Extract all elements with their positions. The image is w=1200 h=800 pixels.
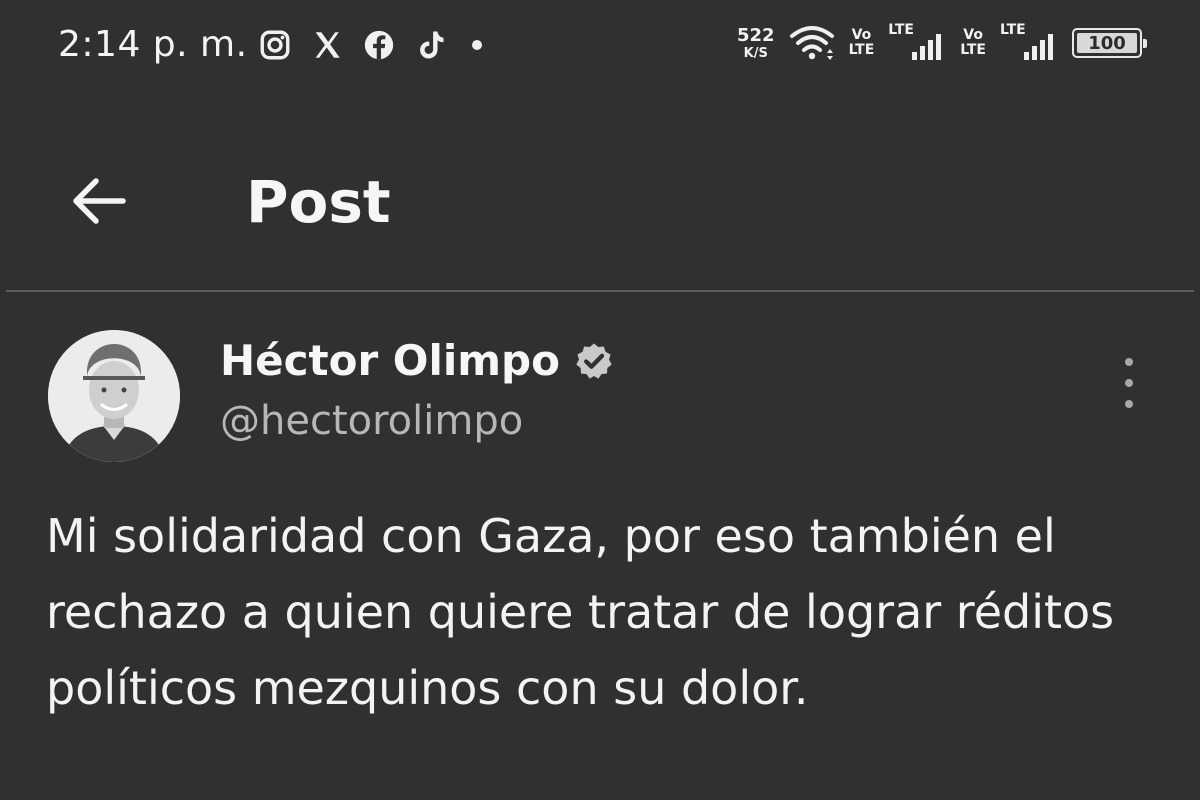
more-vertical-icon	[1125, 358, 1133, 366]
avatar[interactable]	[48, 330, 180, 462]
author-name[interactable]: Héctor Olimpo	[220, 336, 560, 385]
volte-top: Vo	[851, 27, 872, 44]
facebook-icon	[364, 30, 394, 60]
back-button[interactable]	[68, 176, 128, 226]
lte-label-sim1: LTE	[888, 22, 914, 38]
volte-bottom: LTE	[848, 42, 875, 58]
wifi-icon	[789, 26, 834, 60]
battery-nub	[1143, 39, 1147, 48]
instagram-icon	[260, 30, 290, 60]
avatar-photo-icon	[48, 330, 180, 462]
more-dot	[1125, 379, 1133, 387]
system-icons: 522 K/S Vo LTE LTE Vo LTE LTE 100	[736, 22, 1147, 64]
more-dot	[1125, 400, 1133, 408]
author-row: Héctor Olimpo	[220, 336, 614, 385]
signal-bars-icon	[1024, 34, 1053, 60]
notification-icons	[258, 28, 482, 62]
author-handle[interactable]: @hectorolimpo	[220, 398, 523, 444]
volte-indicator-1: Vo LTE	[849, 28, 875, 57]
verified-badge-icon	[576, 343, 612, 379]
status-time: 2:14 p. m.	[58, 24, 248, 65]
x-icon	[315, 32, 340, 58]
arrow-left-icon	[73, 178, 126, 224]
notification-dot	[472, 40, 482, 50]
signal-bars-icon	[912, 34, 942, 60]
volte-indicator-2: Vo LTE	[960, 28, 986, 57]
volte-top: Vo	[963, 27, 983, 44]
more-options-button[interactable]	[1114, 358, 1144, 408]
post-text: Mi solidaridad con Gaza, por eso también…	[46, 509, 1115, 715]
top-app-bar: Post	[6, 140, 1194, 260]
status-bar: 2:14 p. m. 522 K/S Vo LTE LTE Vo LTE LTE…	[6, 0, 1194, 96]
lte-label-sim2: LTE	[1000, 22, 1026, 38]
signal-sim2: LTE	[1000, 22, 1058, 64]
page-title: Post	[246, 168, 391, 236]
network-speed-value: 522	[736, 24, 775, 46]
network-speed-unit: K/S	[743, 45, 768, 61]
volte-bottom: LTE	[960, 42, 986, 58]
post-screen: 2:14 p. m. 522 K/S Vo LTE LTE Vo LTE LTE…	[6, 0, 1194, 800]
signal-sim1: LTE	[888, 22, 946, 64]
header-divider	[6, 290, 1194, 292]
network-speed: 522 K/S	[736, 24, 775, 61]
battery-level: 100	[1088, 32, 1126, 54]
tiktok-icon	[420, 31, 444, 59]
battery-icon: 100	[1072, 28, 1147, 58]
